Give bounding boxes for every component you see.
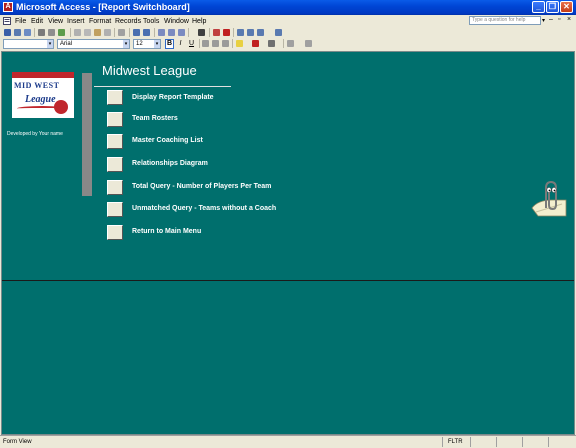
developer-credit: Developed by Your name — [7, 131, 63, 137]
doc-minimize-icon[interactable]: – — [549, 16, 553, 24]
font-size-value: 12 — [136, 41, 143, 47]
maximize-button[interactable]: ❐ — [546, 1, 559, 13]
formatting-toolbar: ▾ Arial ▾ 12 ▾ B I U — [0, 38, 576, 50]
help-search-input[interactable]: Type a question for help — [469, 16, 541, 25]
status-filter: FLTR — [448, 439, 463, 445]
form-section-divider — [2, 280, 574, 281]
line-color-icon[interactable] — [268, 40, 275, 47]
menu-window[interactable]: Window — [164, 17, 189, 26]
menu-file[interactable]: File — [15, 17, 26, 26]
switchboard-label-4[interactable]: Relationships Diagram — [132, 160, 208, 167]
form-icon[interactable] — [3, 17, 11, 25]
switchboard-button-5[interactable] — [107, 180, 123, 195]
font-size-combo[interactable]: 12 ▾ — [133, 39, 161, 49]
switchboard-button-3[interactable] — [107, 134, 123, 149]
menu-tools[interactable]: Tools — [143, 17, 159, 26]
properties-icon[interactable] — [237, 29, 244, 36]
find-icon[interactable] — [198, 29, 205, 36]
view-icon[interactable] — [4, 29, 11, 36]
switchboard-button-4[interactable] — [107, 157, 123, 172]
chevron-down-icon[interactable]: ▾ — [47, 40, 53, 48]
switchboard-label-7[interactable]: Return to Main Menu — [132, 228, 201, 235]
switchboard-label-3[interactable]: Master Coaching List — [132, 137, 203, 144]
menu-view[interactable]: View — [48, 17, 63, 26]
filter-by-form-icon[interactable] — [168, 29, 175, 36]
undo-icon[interactable] — [118, 29, 125, 36]
chevron-down-icon[interactable]: ▾ — [123, 40, 129, 48]
title-bar: A Microsoft Access - [Report Switchboard… — [0, 0, 576, 15]
print-preview-icon[interactable] — [48, 29, 55, 36]
sort-descending-icon[interactable] — [143, 29, 150, 36]
switchboard-label-5[interactable]: Total Query - Number of Players Per Team — [132, 183, 271, 190]
switchboard-button-7[interactable] — [107, 225, 123, 240]
database-window-icon[interactable] — [247, 29, 254, 36]
align-center-icon[interactable] — [212, 40, 219, 47]
access-app-icon[interactable]: A — [3, 2, 13, 12]
minimize-button[interactable]: _ — [532, 1, 545, 13]
doc-restore-icon[interactable]: ▫ — [558, 16, 560, 24]
filter-by-selection-icon[interactable] — [158, 29, 165, 36]
new-record-icon[interactable] — [213, 29, 220, 36]
doc-close-icon[interactable]: × — [567, 16, 571, 24]
line-width-icon[interactable] — [287, 40, 294, 47]
save-icon[interactable] — [14, 29, 21, 36]
window-title: Microsoft Access - [Report Switchboard] — [16, 2, 190, 12]
special-effect-icon[interactable] — [305, 40, 312, 47]
delete-record-icon[interactable] — [223, 29, 230, 36]
apply-filter-icon[interactable] — [178, 29, 185, 36]
menu-records[interactable]: Records — [115, 17, 141, 26]
midwest-league-logo: MID WEST League — [12, 72, 74, 118]
close-button[interactable]: ✕ — [560, 1, 573, 13]
sort-ascending-icon[interactable] — [133, 29, 140, 36]
switchboard-button-2[interactable] — [107, 112, 123, 127]
switchboard-button-6[interactable] — [107, 202, 123, 217]
new-object-icon[interactable] — [257, 29, 264, 36]
title-underline — [94, 86, 231, 87]
fill-color-icon[interactable] — [236, 40, 243, 47]
copy-icon[interactable] — [84, 29, 91, 36]
clippy-icon[interactable] — [528, 178, 570, 220]
baseball-icon — [54, 100, 68, 114]
menu-insert[interactable]: Insert — [67, 17, 85, 26]
font-name-value: Arial — [60, 41, 73, 47]
help-icon[interactable] — [275, 29, 282, 36]
italic-button[interactable]: I — [176, 39, 185, 49]
page-title: Midwest League — [102, 63, 197, 78]
menu-edit[interactable]: Edit — [31, 17, 43, 26]
status-bar: Form View FLTR — [0, 435, 576, 448]
format-painter-icon[interactable] — [104, 29, 111, 36]
help-dropdown-icon[interactable]: ▾ — [542, 17, 545, 24]
menu-format[interactable]: Format — [89, 17, 111, 26]
cut-icon[interactable] — [74, 29, 81, 36]
spelling-icon[interactable] — [58, 29, 65, 36]
underline-button[interactable]: U — [187, 39, 196, 49]
font-name-combo[interactable]: Arial ▾ — [57, 39, 130, 49]
switchboard-label-6[interactable]: Unmatched Query - Teams without a Coach — [132, 205, 276, 212]
paste-icon[interactable] — [94, 29, 101, 36]
print-icon[interactable] — [38, 29, 45, 36]
logo-text-bottom: League — [25, 94, 56, 105]
switchboard-button-1[interactable] — [107, 90, 123, 105]
align-left-icon[interactable] — [202, 40, 209, 47]
menu-help[interactable]: Help — [192, 17, 206, 26]
font-color-icon[interactable] — [252, 40, 259, 47]
align-right-icon[interactable] — [222, 40, 229, 47]
object-combo[interactable]: ▾ — [3, 39, 54, 49]
search-file-icon[interactable] — [24, 29, 31, 36]
switchboard-label-2[interactable]: Team Rosters — [132, 115, 178, 122]
logo-text-top: MID WEST — [14, 81, 60, 90]
switchboard-label-1[interactable]: Display Report Template — [132, 94, 214, 101]
bold-button[interactable]: B — [165, 39, 174, 49]
chevron-down-icon[interactable]: ▾ — [154, 40, 160, 48]
switchboard-form: MID WEST League Developed by Your name M… — [1, 51, 575, 435]
decorative-bar — [82, 73, 92, 196]
status-view: Form View — [3, 439, 32, 445]
